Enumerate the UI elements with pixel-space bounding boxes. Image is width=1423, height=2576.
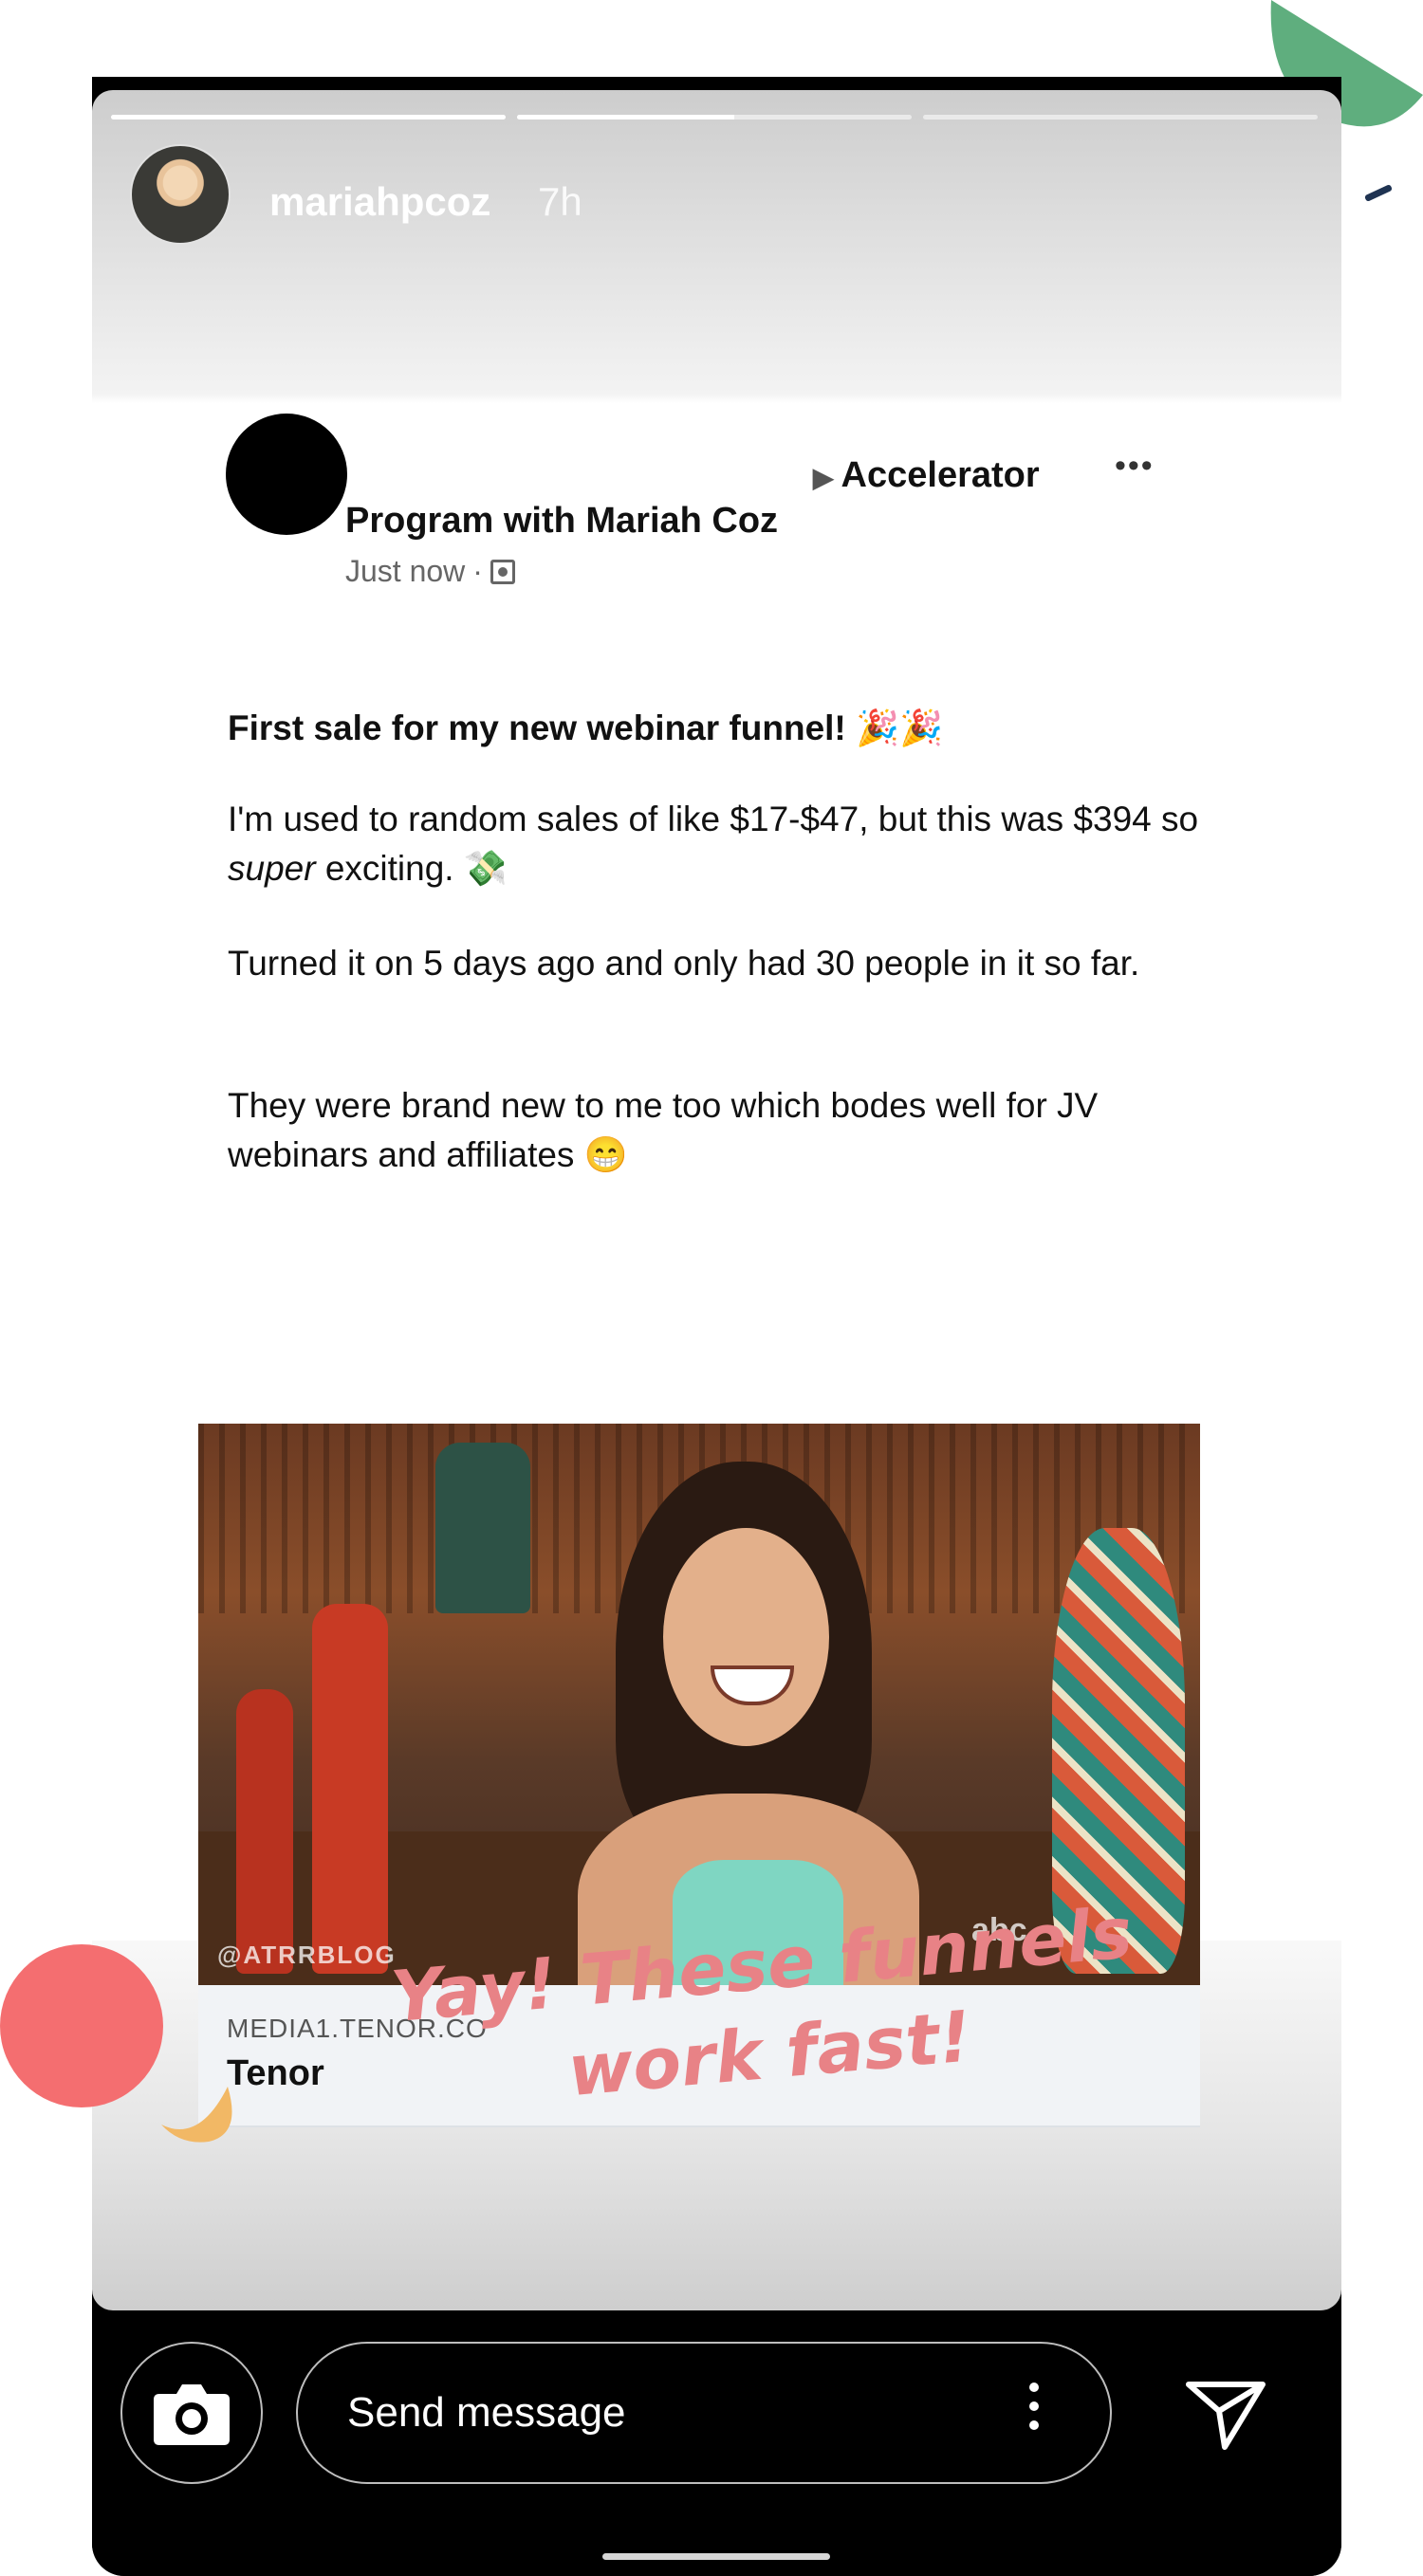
post-paragraph-1: I'm used to random sales of like $17-$47… <box>228 800 1199 888</box>
story-viewer: mariahpcoz 7h ▶ Accelerator Program with … <box>92 77 1341 2576</box>
progress-segment-2 <box>517 115 912 120</box>
post-author-avatar <box>226 414 347 535</box>
story-username[interactable]: mariahpcoz <box>269 179 490 225</box>
post-paragraph-3: They were brand new to me too which bode… <box>228 1086 1099 1174</box>
story-time: 7h <box>538 179 582 224</box>
link-title: Tenor <box>227 2053 324 2093</box>
post-headline: First sale for my new webinar funnel! 🎉🎉 <box>228 708 944 747</box>
camera-button[interactable] <box>120 2342 263 2484</box>
facebook-post-card: ▶ Accelerator Program with Mariah Coz •••… <box>92 404 1341 2127</box>
progress-segment-3 <box>923 115 1318 120</box>
progress-segment-1 <box>111 115 506 120</box>
camera-icon <box>154 2384 230 2445</box>
home-indicator <box>602 2553 830 2560</box>
story-frame[interactable]: mariahpcoz 7h ▶ Accelerator Program with … <box>92 90 1341 2310</box>
more-vertical-icon[interactable] <box>1026 2383 1042 2443</box>
decor-yellow-shape <box>161 2087 232 2143</box>
triangle-right-icon: ▶ <box>813 463 834 492</box>
send-icon[interactable] <box>1183 2377 1268 2453</box>
post-timestamp: Just now <box>345 554 466 588</box>
reply-bar <box>92 2310 1341 2576</box>
avatar[interactable] <box>130 144 231 245</box>
group-name-line1: ▶ Accelerator <box>813 455 1040 495</box>
more-options-icon: ••• <box>1115 448 1155 484</box>
decor-navy-dash <box>1363 183 1394 203</box>
group-privacy-icon <box>490 559 515 584</box>
send-message-input[interactable] <box>296 2342 1112 2484</box>
post-paragraph-2: Turned it on 5 days ago and only had 30 … <box>228 944 1140 983</box>
group-name-line2: Program with Mariah Coz <box>345 501 779 541</box>
decor-coral-circle <box>0 1944 163 2107</box>
post-meta: Just now · <box>345 554 515 589</box>
